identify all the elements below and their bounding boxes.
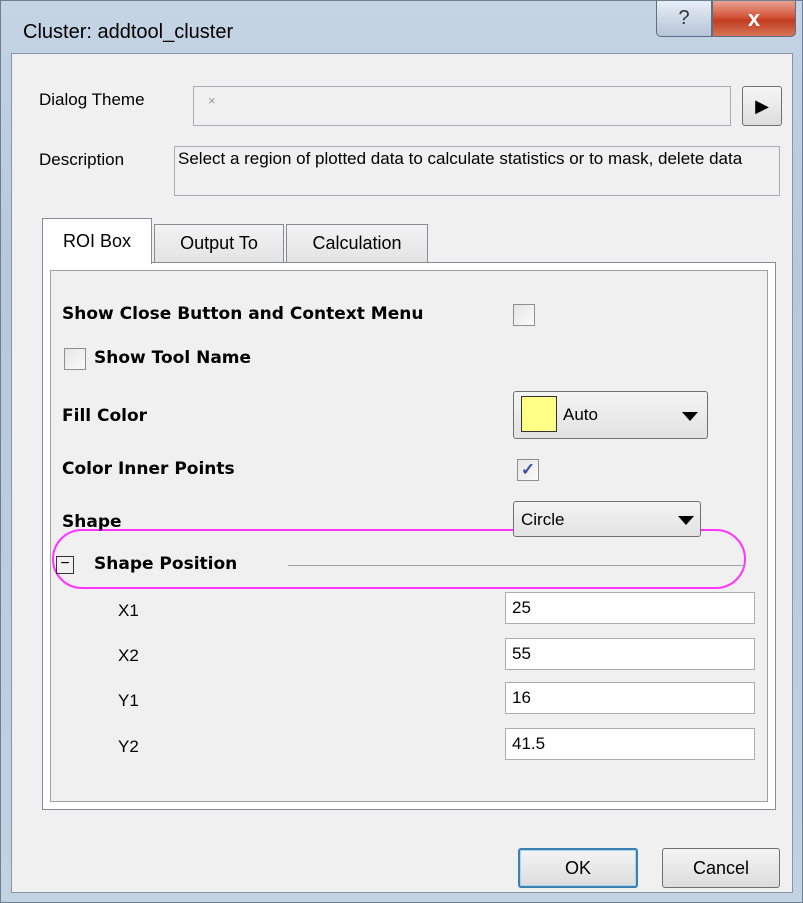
dialog-theme-input[interactable]: × (193, 86, 731, 126)
y2-input[interactable]: 41.5 (505, 728, 755, 760)
x1-input[interactable]: 25 (505, 592, 755, 624)
x2-input[interactable]: 55 (505, 638, 755, 670)
tab-roi-box[interactable]: ROI Box (42, 218, 152, 264)
help-button[interactable]: ? (656, 1, 712, 37)
color-inner-points-checkbox[interactable]: ✓ (517, 459, 539, 481)
shape-value: Circle (521, 510, 565, 529)
cancel-button[interactable]: Cancel (662, 848, 780, 888)
description-label: Description (39, 150, 125, 169)
tab-calculation[interactable]: Calculation (286, 224, 428, 262)
title-bar[interactable]: Cluster: addtool_cluster ? x (1, 1, 803, 53)
help-icon: ? (678, 7, 690, 29)
section-divider (288, 565, 746, 566)
close-button[interactable]: x (712, 1, 796, 37)
chevron-down-icon (682, 412, 698, 421)
dialog-client-area: Dialog Theme × ▶ Description Select a re… (11, 53, 793, 893)
dialog-theme-label: Dialog Theme (39, 90, 145, 109)
collapse-icon[interactable]: − (56, 556, 74, 574)
shape-label: Shape (62, 512, 122, 532)
dialog-theme-menu-button[interactable]: ▶ (742, 86, 782, 126)
show-close-button-label: Show Close Button and Context Menu (62, 304, 424, 324)
play-arrow-icon: ▶ (755, 95, 769, 116)
description-text: Select a region of plotted data to calcu… (174, 146, 780, 196)
color-inner-points-label: Color Inner Points (62, 459, 235, 479)
tab-output-to[interactable]: Output To (154, 224, 284, 262)
fill-color-label: Fill Color (62, 406, 148, 426)
shape-position-label: Shape Position (94, 554, 238, 574)
fill-color-value: Auto (563, 405, 598, 424)
fill-color-swatch (521, 396, 557, 432)
show-tool-name-label: Show Tool Name (94, 348, 252, 368)
y1-input[interactable]: 16 (505, 682, 755, 714)
checkmark-icon: ✓ (520, 460, 536, 479)
x2-label: X2 (118, 646, 139, 665)
y1-label: Y1 (118, 691, 139, 710)
fill-color-dropdown[interactable]: Auto (513, 391, 708, 439)
window-title: Cluster: addtool_cluster (23, 21, 234, 43)
x1-label: X1 (118, 601, 139, 620)
dialog-theme-value: × (208, 93, 216, 108)
y2-label: Y2 (118, 737, 139, 756)
ok-button[interactable]: OK (518, 848, 638, 888)
show-close-button-checkbox[interactable] (513, 304, 535, 326)
chevron-down-icon (678, 516, 694, 525)
shape-dropdown[interactable]: Circle (513, 501, 701, 537)
close-icon: x (747, 5, 761, 31)
show-tool-name-checkbox[interactable] (64, 348, 86, 370)
dialog-window: Cluster: addtool_cluster ? x Dialog Them… (0, 0, 803, 903)
